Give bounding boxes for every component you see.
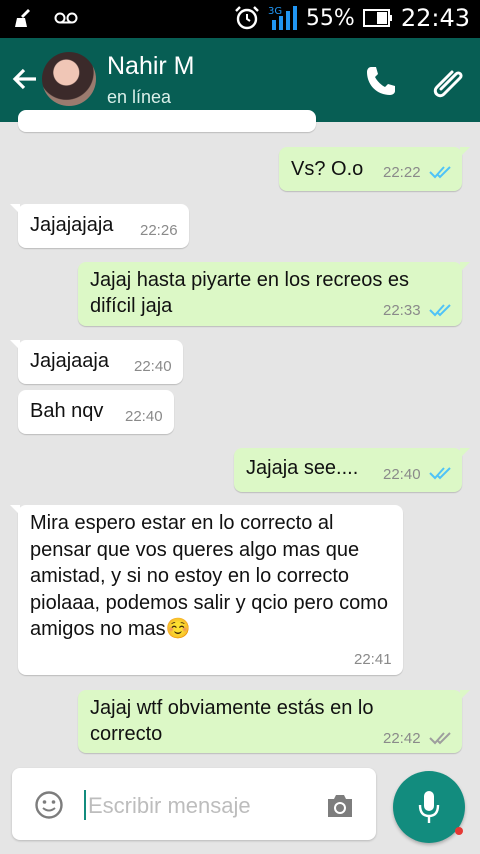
message-time: 22:42: [383, 730, 421, 747]
message-bubble-incoming[interactable]: Mira espero estar en lo correcto al pens…: [10, 505, 403, 675]
read-ticks-icon: [429, 304, 451, 317]
message-input[interactable]: [86, 790, 310, 822]
message-bubble-incoming[interactable]: Jajajaaja 22:40: [10, 340, 183, 384]
emoji-icon[interactable]: [34, 790, 64, 820]
message-time: 22:33: [383, 302, 421, 319]
contact-status: en línea: [107, 87, 172, 107]
recording-indicator-dot: [455, 827, 463, 835]
message-bubble-outgoing[interactable]: Vs? O.o 22:22: [279, 147, 470, 191]
status-bar: 3G 55% 22:43: [0, 0, 480, 38]
alarm-icon: [235, 6, 259, 30]
message-time: 22:22: [383, 164, 421, 181]
message-bubble-outgoing[interactable]: Jajaj hasta piyarte en los recreos es di…: [78, 262, 470, 326]
back-arrow-icon[interactable]: [10, 64, 40, 94]
paperclip-icon[interactable]: [430, 64, 466, 100]
microphone-icon: [418, 791, 440, 823]
message-time: 22:40: [125, 408, 163, 425]
message-bubble-outgoing[interactable]: Jajaja see.... 22:40: [234, 448, 470, 492]
message-time: 22:40: [383, 466, 421, 483]
message-composer: [12, 768, 376, 840]
camera-icon[interactable]: [324, 792, 356, 820]
message-bubble-outgoing[interactable]: Jajaj wtf obviamente estás en lo correct…: [78, 690, 470, 753]
message-bubble-incoming[interactable]: Bah nqv 22:40: [18, 390, 174, 434]
message-text: Mira espero estar en lo correcto al pens…: [30, 512, 388, 640]
message-text: Jajaj wtf obviamente estás en lo correct…: [90, 697, 374, 745]
message-time: 22:41: [354, 651, 392, 668]
message-text: Jajajaaja: [30, 350, 109, 372]
message-bubble-incoming[interactable]: Jajajajaja 22:26: [10, 204, 189, 248]
battery-percent: 55%: [305, 5, 355, 31]
message-text: Jajaja see....: [246, 457, 359, 479]
message-time: 22:40: [134, 358, 172, 375]
message-time: 22:26: [140, 222, 178, 239]
message-text: Bah nqv: [30, 400, 104, 422]
voicemail-icon: [54, 12, 78, 24]
contact-name[interactable]: Nahir M: [107, 52, 195, 81]
message-text: Jajajajaja: [30, 214, 114, 236]
message-bubble-partial: [18, 110, 316, 132]
contact-avatar[interactable]: [42, 52, 96, 106]
signal-3g-icon: 3G: [268, 6, 297, 30]
message-text: Vs? O.o: [291, 158, 364, 180]
phone-icon[interactable]: [364, 64, 398, 98]
read-ticks-icon: [429, 467, 451, 480]
svg-text:3G: 3G: [268, 6, 282, 17]
message-list[interactable]: Vs? O.o 22:22 Jajajajaja 22:26 Jajaj has…: [0, 110, 480, 762]
battery-icon: [362, 9, 392, 27]
delivered-ticks-icon: [429, 732, 451, 745]
clock-time: 22:43: [400, 4, 470, 32]
read-ticks-icon: [429, 166, 451, 179]
cleaner-broom-icon: [15, 9, 30, 27]
